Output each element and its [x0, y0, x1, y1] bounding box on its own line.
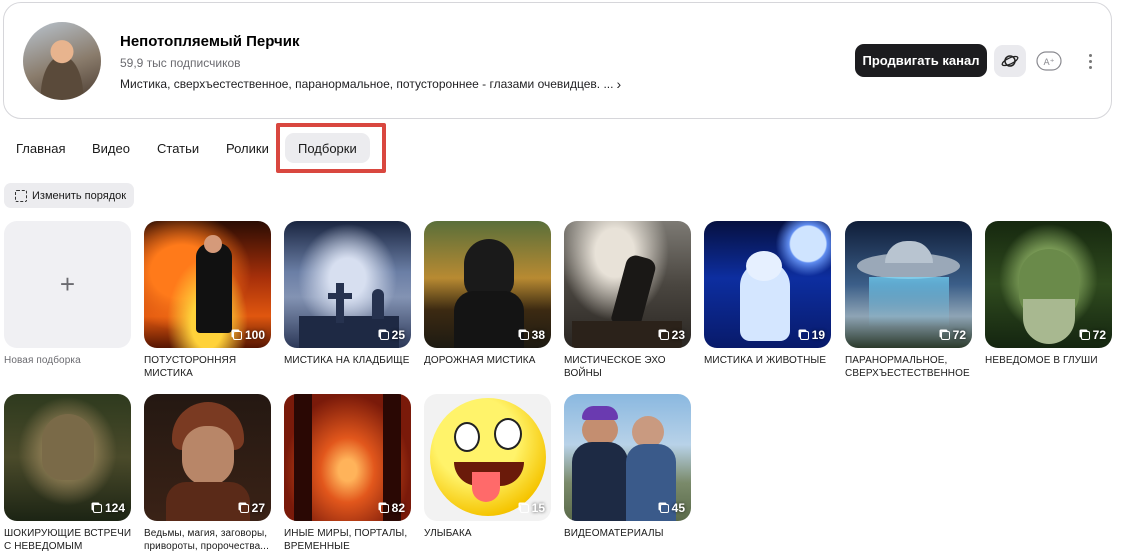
channel-description-text: Мистика, сверхъестественное, паранормаль… [120, 77, 614, 91]
svg-text:A⁺: A⁺ [1044, 58, 1055, 68]
item-count: 27 [239, 501, 265, 515]
planet-icon [1001, 55, 1019, 67]
collection-card[interactable]: 27 Ведьмы, магия, заговоры, привороты, п… [144, 394, 272, 551]
collection-card[interactable]: 23 МИСТИЧЕСКОЕ ЭХО ВОЙНЫ [564, 221, 692, 380]
more-options-button[interactable] [1080, 47, 1100, 75]
collection-card[interactable]: 124 ШОКИРУЮЩИЕ ВСТРЕЧИ С НЕВЕДОМЫМ [4, 394, 132, 551]
reorder-label: Изменить порядок [32, 189, 127, 202]
collection-card[interactable]: 72 ПАРАНОРМАЛЬНОЕ, СВЕРХЪЕСТЕСТВЕННОЕ [845, 221, 973, 380]
subscriber-count: 59,9 тыс подписчиков [120, 56, 241, 70]
collection-thumbnail[interactable]: 45 [564, 394, 691, 521]
collection-title: МИСТИКА НА КЛАДБИЩЕ [284, 355, 410, 366]
collection-card[interactable]: 15 УЛЫБАКА [424, 394, 552, 540]
highlight-annotation-box [276, 123, 386, 173]
dot-icon [1088, 65, 1092, 69]
collection-thumbnail[interactable]: 72 [845, 221, 972, 348]
stack-icon [379, 503, 389, 513]
new-collection-card[interactable]: + Новая подборка [4, 221, 132, 367]
stack-icon [940, 330, 950, 340]
item-count: 25 [379, 328, 405, 342]
stack-icon [659, 503, 669, 513]
collection-card[interactable]: 72 НЕВЕДОМОЕ В ГЛУШИ [985, 221, 1113, 367]
collection-thumbnail[interactable]: 72 [985, 221, 1112, 348]
collection-thumbnail[interactable]: 25 [284, 221, 411, 348]
stack-icon [519, 330, 529, 340]
tab-articles[interactable]: Статьи [157, 133, 199, 163]
reorder-icon [15, 189, 27, 202]
planet-button[interactable] [994, 45, 1026, 77]
reorder-button[interactable]: Изменить порядок [4, 183, 134, 208]
collection-thumbnail[interactable]: 82 [284, 394, 411, 521]
collection-thumbnail[interactable]: 23 [564, 221, 691, 348]
stack-icon [1080, 330, 1090, 340]
collection-thumbnail[interactable]: 27 [144, 394, 271, 521]
collection-title: ВИДЕОМАТЕРИАЛЫ [564, 528, 664, 539]
collection-title: Ведьмы, магия, заговоры, привороты, прор… [144, 528, 269, 551]
collection-thumbnail[interactable]: 19 [704, 221, 831, 348]
dot-icon [1088, 59, 1092, 63]
collection-title: ИНЫЕ МИРЫ, ПОРТАЛЫ, ВРЕМЕННЫЕ ПЕТЛИ,СБО.… [284, 528, 408, 551]
stack-icon [799, 330, 809, 340]
item-count: 72 [1080, 328, 1106, 342]
collection-thumbnail[interactable]: 100 [144, 221, 271, 348]
collection-title: МИСТИЧЕСКОЕ ЭХО ВОЙНЫ [564, 355, 666, 379]
promote-channel-button[interactable]: Продвигать канал [855, 44, 987, 77]
collection-card[interactable]: 38 ДОРОЖНАЯ МИСТИКА [424, 221, 552, 367]
tab-videos[interactable]: Видео [92, 133, 130, 163]
chevron-right-icon: › [616, 76, 622, 92]
stack-icon [92, 503, 102, 513]
item-count: 19 [799, 328, 825, 342]
stack-icon [379, 330, 389, 340]
collection-title: ШОКИРУЮЩИЕ ВСТРЕЧИ С НЕВЕДОМЫМ [4, 528, 132, 551]
ai-icon: A⁺ [1036, 51, 1062, 71]
collection-card[interactable]: 82 ИНЫЕ МИРЫ, ПОРТАЛЫ, ВРЕМЕННЫЕ ПЕТЛИ,С… [284, 394, 412, 551]
collection-title: УЛЫБАКА [424, 528, 472, 539]
collection-title: ДОРОЖНАЯ МИСТИКА [424, 355, 536, 366]
collection-title: НЕВЕДОМОЕ В ГЛУШИ [985, 355, 1098, 366]
collection-card[interactable]: 100 ПОТУСТОРОННЯЯ МИСТИКА [144, 221, 272, 380]
channel-description[interactable]: Мистика, сверхъестественное, паранормаль… [120, 76, 621, 92]
collection-title: МИСТИКА И ЖИВОТНЫЕ [704, 355, 827, 366]
tab-main[interactable]: Главная [16, 133, 65, 163]
item-count: 15 [519, 501, 545, 515]
tab-shorts[interactable]: Ролики [226, 133, 269, 163]
stack-icon [232, 330, 242, 340]
item-count: 72 [940, 328, 966, 342]
channel-title[interactable]: Непотопляемый Перчик [120, 33, 299, 50]
collection-thumbnail[interactable]: 38 [424, 221, 551, 348]
item-count: 100 [232, 328, 265, 342]
stack-icon [659, 330, 669, 340]
channel-avatar[interactable] [23, 22, 101, 100]
collection-title: ПАРАНОРМАЛЬНОЕ, СВЕРХЪЕСТЕСТВЕННОЕ [845, 355, 970, 379]
collection-thumbnail[interactable]: 15 [424, 394, 551, 521]
new-collection-tile[interactable]: + [4, 221, 131, 348]
item-count: 23 [659, 328, 685, 342]
collection-thumbnail[interactable]: 124 [4, 394, 131, 521]
item-count: 45 [659, 501, 685, 515]
item-count: 38 [519, 328, 545, 342]
ai-button[interactable]: A⁺ [1036, 50, 1062, 72]
item-count: 124 [92, 501, 125, 515]
new-collection-label: Новая подборка [4, 355, 81, 366]
stack-icon [239, 503, 249, 513]
collection-card[interactable]: 45 ВИДЕОМАТЕРИАЛЫ [564, 394, 692, 540]
channel-header-card: Непотопляемый Перчик 59,9 тыс подписчико… [3, 2, 1112, 119]
collection-card[interactable]: 25 МИСТИКА НА КЛАДБИЩЕ [284, 221, 412, 367]
plus-icon: + [59, 269, 76, 299]
stack-icon [519, 503, 529, 513]
dot-icon [1088, 53, 1092, 57]
item-count: 82 [379, 501, 405, 515]
collection-title: ПОТУСТОРОННЯЯ МИСТИКА [144, 355, 237, 379]
collection-card[interactable]: 19 МИСТИКА И ЖИВОТНЫЕ [704, 221, 832, 367]
